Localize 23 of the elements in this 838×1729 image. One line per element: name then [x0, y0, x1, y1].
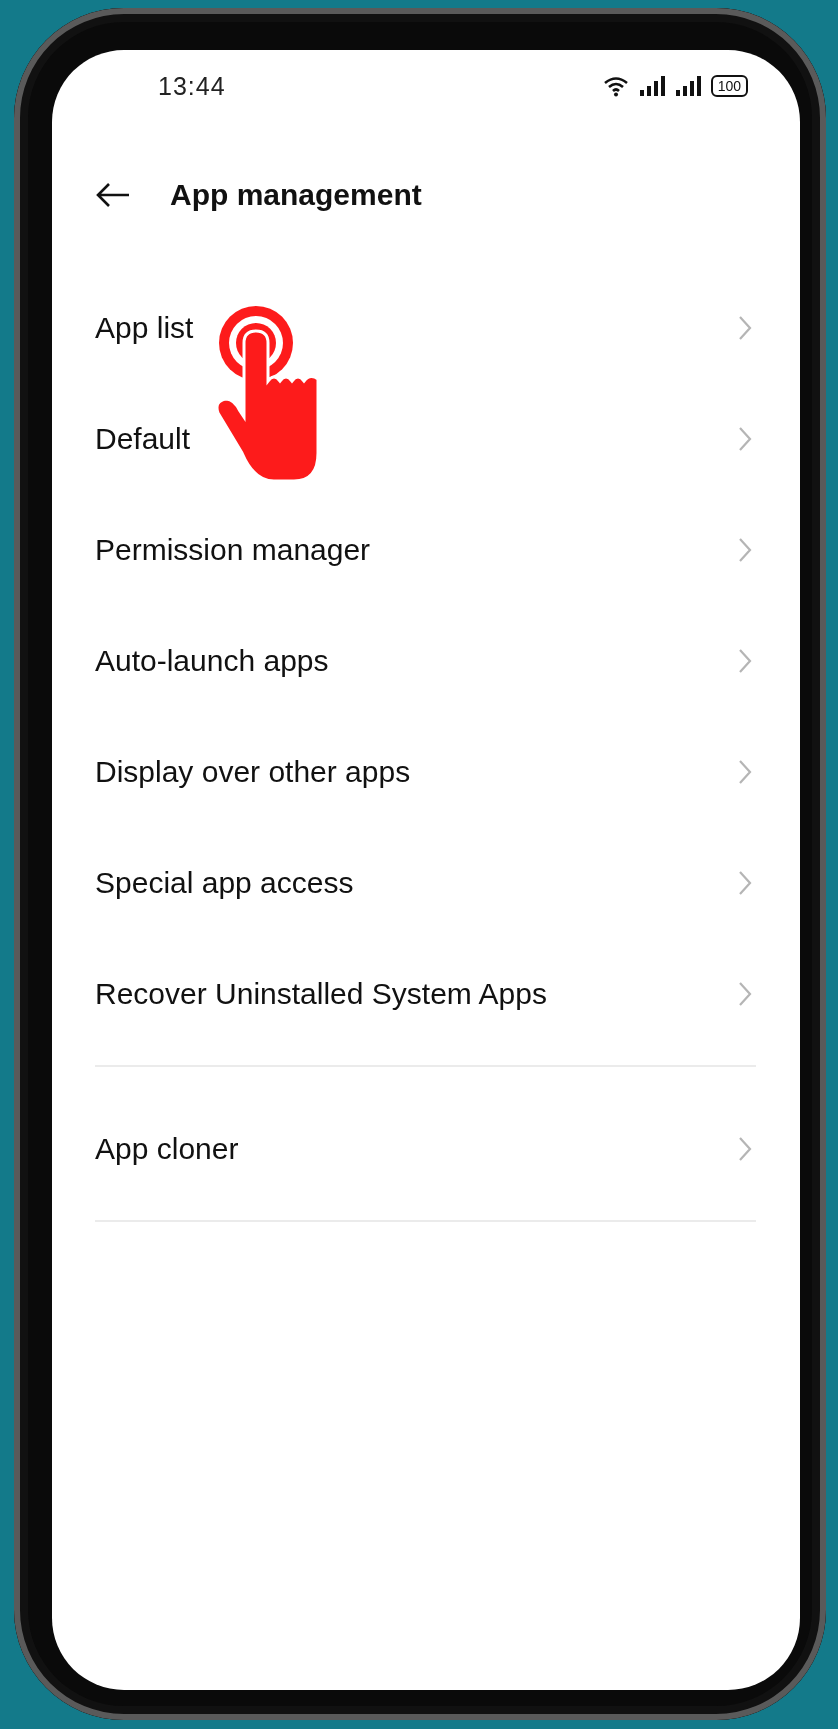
menu-item[interactable]: Display over other apps — [95, 716, 756, 827]
page-title: App management — [170, 178, 422, 212]
menu-item[interactable]: Permission manager — [95, 494, 756, 605]
menu-item[interactable]: Recover Uninstalled System Apps — [95, 938, 756, 1049]
battery-icon: 100 — [710, 75, 748, 97]
chevron-right-icon — [738, 425, 752, 452]
chevron-right-icon — [738, 758, 752, 785]
menu-item[interactable]: Special app access — [95, 827, 756, 938]
menu-item[interactable]: Auto-launch apps — [95, 605, 756, 716]
wifi-icon — [602, 75, 629, 97]
menu-item[interactable]: App cloner — [95, 1093, 756, 1204]
status-time: 13:44 — [158, 71, 226, 101]
chevron-right-icon — [738, 647, 752, 674]
menu-item[interactable]: App list — [95, 272, 756, 383]
back-arrow-icon[interactable] — [96, 182, 130, 208]
chevron-right-icon — [738, 1135, 752, 1162]
signal-icon — [638, 75, 665, 97]
menu-item[interactable]: Default — [95, 383, 756, 494]
chevron-right-icon — [738, 314, 752, 341]
signal-icon — [674, 75, 701, 97]
chevron-right-icon — [738, 980, 752, 1007]
chevron-right-icon — [738, 536, 752, 563]
chevron-right-icon — [738, 869, 752, 896]
